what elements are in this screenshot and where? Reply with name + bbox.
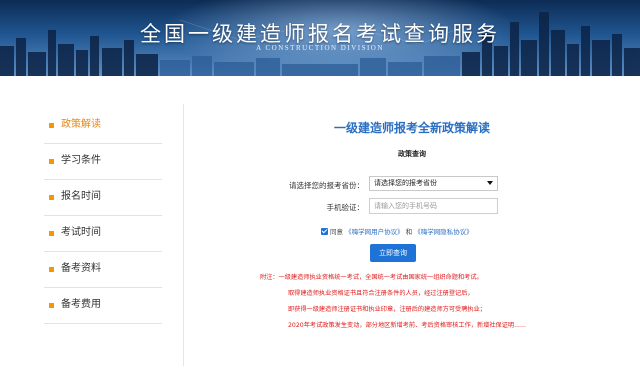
privacy-agreement-link[interactable]: 《嗨学网隐私协议》 — [414, 228, 473, 236]
agree-checkbox[interactable] — [321, 228, 328, 235]
sidebar-item-exam-time[interactable]: 考试时间 — [44, 216, 162, 252]
sidebar-item-label: 报名时间 — [61, 191, 101, 202]
main-area: 政策解读 学习条件 报名时间 考试时间 备考资料 备考费用 一级建造师报考全新政… — [0, 76, 640, 372]
square-bullet-icon — [49, 231, 54, 236]
note-line: 即获得一级建造师注册证书和执业印章，注册后的建造师方可受聘执业； — [288, 306, 486, 313]
square-bullet-icon — [49, 123, 54, 128]
note-line: 取得建造师执业资格证书且符合注册条件的人员，经过注册登记后， — [288, 290, 474, 297]
sidebar-item-label: 备考资料 — [61, 263, 101, 274]
province-select[interactable]: 请选择您的报考省份 — [369, 176, 498, 191]
page-title: 一级建造师报考全新政策解读 — [333, 121, 490, 135]
sidebar-item-label: 备考费用 — [61, 299, 101, 310]
policy-query-panel: 一级建造师报考全新政策解读 政策查询 请选择您的报考省份： 请选择您的报考省份 … — [184, 76, 640, 372]
agree-and-text: 和 — [405, 228, 413, 236]
sidebar-item-label: 政策解读 — [61, 119, 101, 130]
header-banner: 全国一级建造师报名考试查询服务 A CONSTRUCTION DIVISION — [0, 0, 640, 76]
square-bullet-icon — [49, 159, 54, 164]
sidebar-item-policy[interactable]: 政策解读 — [44, 108, 162, 144]
query-button[interactable]: 立即查询 — [370, 244, 416, 262]
user-agreement-link[interactable]: 《嗨学网用户协议》 — [345, 228, 404, 236]
province-label: 请选择您的报考省份： — [289, 181, 364, 190]
agreement-row: 同意 《嗨学网用户协议》 和 《嗨学网隐私协议》 — [321, 226, 473, 236]
sidebar-item-label: 考试时间 — [61, 227, 101, 238]
sidebar-item-fees[interactable]: 备考费用 — [44, 288, 162, 324]
square-bullet-icon — [49, 303, 54, 308]
sidebar-item-label: 学习条件 — [61, 155, 101, 166]
banner-subtitle: A CONSTRUCTION DIVISION — [256, 44, 384, 52]
agree-text: 同意 — [330, 228, 343, 236]
sidebar-item-materials[interactable]: 备考资料 — [44, 252, 162, 288]
note-line: 附注：一级建造师执业资格统一考试，全国统一考试由国家统一组织命题和考试。 — [260, 274, 483, 281]
square-bullet-icon — [49, 267, 54, 272]
caret-down-icon — [487, 181, 493, 185]
phone-input[interactable] — [369, 198, 498, 214]
note-line: 2020年考试政策发生变动，部分地区新增考前、考后资格审核工作，新增社保证明..… — [288, 322, 526, 329]
square-bullet-icon — [49, 195, 54, 200]
sidebar-nav: 政策解读 学习条件 报名时间 考试时间 备考资料 备考费用 — [44, 108, 162, 324]
section-label: 政策查询 — [398, 150, 426, 158]
sidebar-item-conditions[interactable]: 学习条件 — [44, 144, 162, 180]
sidebar-item-registration-time[interactable]: 报名时间 — [44, 180, 162, 216]
province-select-value: 请选择您的报考省份 — [374, 179, 437, 187]
phone-label: 手机验证： — [326, 203, 365, 212]
